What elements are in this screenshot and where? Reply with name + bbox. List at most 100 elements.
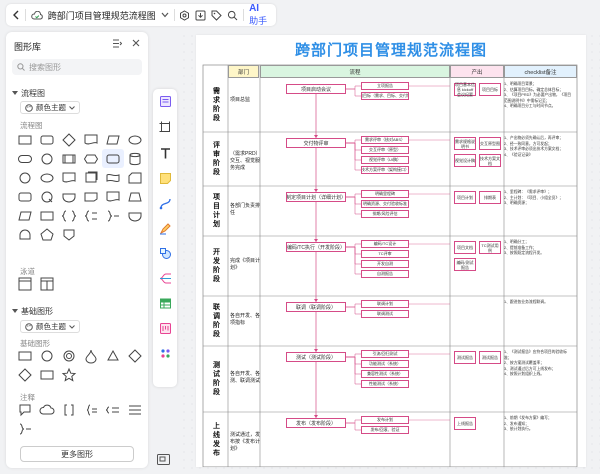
brk2-shape-icon[interactable]: [80, 400, 102, 419]
output-document[interactable]: 项目目标: [479, 83, 501, 96]
chevron-down-icon[interactable]: [161, 12, 169, 18]
sub-step-box[interactable]: 立项报告: [361, 82, 409, 90]
sub-step-box[interactable]: 项目目标（需求、目标、交付物）: [361, 92, 409, 100]
mdoc-shape-icon[interactable]: [80, 168, 102, 187]
connector-icon[interactable]: [157, 195, 173, 211]
circle-shape-icon[interactable]: [36, 149, 58, 168]
mindmap-icon[interactable]: [157, 270, 173, 286]
sub-step-box[interactable]: 交互评审（原型）: [361, 146, 409, 154]
process-step-box[interactable]: 测试（测试阶段）: [286, 352, 346, 362]
settings-icon[interactable]: [179, 9, 190, 21]
flowchart-diagram[interactable]: 跨部门项目管理规范流程图 部门 流程 产出 checklist备注 需求阶段 项目总监 项目…: [196, 35, 586, 467]
color-theme-dropdown[interactable]: 颜色主题: [20, 101, 80, 114]
more-tools-icon[interactable]: [157, 345, 173, 361]
ring-shape-icon[interactable]: [58, 346, 80, 365]
color-theme-dropdown[interactable]: 颜色主题: [20, 320, 80, 333]
output-document[interactable]: TC测试用例: [479, 241, 501, 254]
sub-step-box[interactable]: 发布/回滚、验证: [361, 426, 409, 434]
ellipse-shape-icon[interactable]: [36, 168, 58, 187]
lines-shape-icon[interactable]: [124, 400, 146, 419]
search-input[interactable]: 搜索图形: [12, 59, 142, 75]
frame-icon[interactable]: [157, 119, 173, 135]
rbrace-shape-icon[interactable]: [14, 419, 36, 438]
pen-icon[interactable]: [157, 220, 173, 236]
table-icon[interactable]: [157, 295, 173, 311]
sub-step-box[interactable]: 明确里程碑: [361, 190, 409, 198]
tape-shape-icon[interactable]: [102, 168, 124, 187]
cap-shape-icon[interactable]: [124, 206, 146, 225]
output-document[interactable]: 视觉设计稿: [454, 154, 476, 167]
more-shapes-button[interactable]: 更多图形: [20, 446, 134, 462]
dia2-shape-icon[interactable]: [14, 365, 36, 384]
output-document[interactable]: 技术方案文档: [479, 154, 501, 167]
basic-section-toggle[interactable]: 基础图形: [12, 306, 53, 317]
sub-step-box[interactable]: 需求评审（核对ABS）: [361, 136, 409, 144]
sel-shape-icon[interactable]: [102, 149, 124, 168]
sub-step-box[interactable]: 功能测试（系统）: [361, 360, 409, 368]
rect-shape-icon[interactable]: [36, 365, 58, 384]
pent-shape-icon[interactable]: [36, 225, 58, 244]
cap-shape-icon[interactable]: [58, 187, 80, 206]
sub-step-box[interactable]: 明确资源、交付验收标准: [361, 200, 409, 208]
download-icon[interactable]: [195, 10, 206, 21]
output-document[interactable]: 测试报告: [454, 351, 476, 364]
output-document[interactable]: 项目文档: [454, 241, 476, 254]
output-document[interactable]: 项目基本信息 kickoff会议纪要: [454, 82, 476, 97]
kanban-icon[interactable]: [157, 320, 173, 336]
qcirc-shape-icon[interactable]: [36, 187, 58, 206]
rect-shape-icon[interactable]: [36, 206, 58, 225]
docshape-shape-icon[interactable]: [102, 187, 124, 206]
ellipse-shape-icon[interactable]: [124, 130, 146, 149]
lane2-shape-icon[interactable]: [36, 274, 58, 293]
text-icon[interactable]: [157, 145, 173, 161]
tag-icon[interactable]: [211, 10, 223, 21]
eq-shape-icon[interactable]: [102, 400, 124, 419]
output-document[interactable]: 需求规格说明书: [454, 137, 476, 150]
hex-shape-icon[interactable]: [80, 149, 102, 168]
close-icon[interactable]: [132, 39, 140, 48]
shield-shape-icon[interactable]: [58, 225, 80, 244]
trap-shape-icon[interactable]: [124, 187, 146, 206]
rrect-shape-icon[interactable]: [14, 187, 36, 206]
page-template-icon[interactable]: [157, 93, 173, 109]
minimap-icon[interactable]: [155, 452, 171, 466]
flowchart-section-toggle[interactable]: 流程图: [12, 88, 45, 99]
process-shape-icon[interactable]: [58, 149, 80, 168]
process-step-box[interactable]: 项目启动会议: [286, 84, 346, 94]
sub-step-box[interactable]: 性能测试（系统）: [361, 380, 409, 388]
stadium-shape-icon[interactable]: [14, 149, 36, 168]
sticky-note-icon[interactable]: [157, 170, 173, 186]
triU-shape-icon[interactable]: [102, 346, 124, 365]
bubble-shape-icon[interactable]: [14, 400, 36, 419]
rect-shape-icon[interactable]: [14, 346, 36, 365]
rbrace-shape-icon[interactable]: [102, 206, 124, 225]
diamond-shape-icon[interactable]: [58, 130, 80, 149]
rect-shape-icon[interactable]: [14, 130, 36, 149]
sub-step-box[interactable]: 发布计划: [361, 416, 409, 424]
cloud-shape-icon[interactable]: [36, 400, 58, 419]
drop-shape-icon[interactable]: [80, 346, 102, 365]
sub-step-box[interactable]: 联调计划: [361, 300, 409, 308]
output-document[interactable]: 上线报告: [454, 417, 476, 430]
para-shape-icon[interactable]: [102, 130, 124, 149]
dia2-shape-icon[interactable]: [124, 346, 146, 365]
ai-helper-button[interactable]: AI 助手: [249, 3, 270, 27]
loop-shape-icon[interactable]: [80, 187, 102, 206]
sub-step-box[interactable]: 引流/回归测试: [361, 350, 409, 358]
lane1-shape-icon[interactable]: [14, 274, 36, 293]
search-icon[interactable]: [227, 10, 238, 21]
sub-step-box[interactable]: TC评审: [361, 250, 409, 258]
sub-step-box[interactable]: 排期/风险评估: [361, 210, 409, 218]
back-icon[interactable]: [12, 10, 20, 20]
process-step-box[interactable]: 制定项目计划（详细计划）: [286, 192, 346, 202]
process-step-box[interactable]: 发布（发布阶段）: [286, 418, 346, 428]
output-document[interactable]: 交互原型图: [479, 137, 501, 150]
sub-step-box[interactable]: 兼容性测试（系统）: [361, 370, 409, 378]
circle-shape-icon[interactable]: [36, 346, 58, 365]
shapes-icon[interactable]: [157, 245, 173, 261]
sub-step-box[interactable]: 开发自测: [361, 260, 409, 268]
output-document[interactable]: 排期表: [479, 191, 501, 204]
process-step-box[interactable]: 联调（联调阶段）: [286, 302, 346, 312]
sub-step-box[interactable]: 自测报告: [361, 270, 409, 278]
output-document[interactable]: 编码/测试报告: [454, 258, 476, 271]
